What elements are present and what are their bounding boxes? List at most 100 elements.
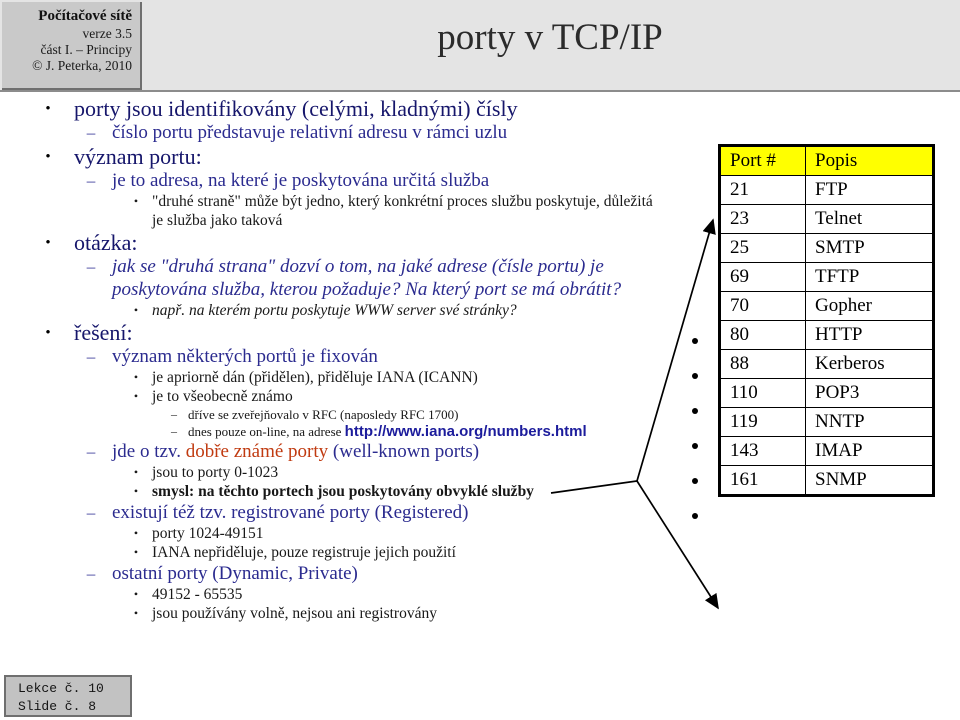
- course-copyright: © J. Peterka, 2010: [32, 57, 132, 73]
- course-part: část I. – Principy: [40, 41, 132, 57]
- bullet-dash-icon: –: [171, 407, 177, 421]
- table-row: 88 Kerberos: [719, 349, 934, 379]
- cell-desc: HTTP: [805, 320, 934, 350]
- cell-port: 70: [719, 291, 806, 321]
- bullet-item: • je to všeobecně známo: [0, 387, 660, 406]
- footer-slide: Slide č. 8: [18, 698, 97, 714]
- cell-port: 23: [719, 204, 806, 234]
- bullet-continuation: poskytována služba, kterou požaduje? Na …: [0, 278, 660, 301]
- cell-port: 88: [719, 349, 806, 379]
- cell-port: 25: [719, 233, 806, 263]
- bullet-dot-icon: •: [45, 101, 51, 117]
- cell-desc: SNMP: [805, 465, 934, 496]
- cell-port: 21: [719, 175, 806, 205]
- cell-port: 110: [719, 378, 806, 408]
- bullet-text: porty 1024-49151: [152, 525, 264, 542]
- bullet-item: • řešení:: [0, 320, 660, 345]
- bullet-text: ostatní porty (Dynamic, Private): [112, 563, 358, 584]
- bullet-text: význam portu:: [74, 144, 202, 169]
- bullet-item: • význam portu:: [0, 144, 660, 169]
- bullet-text: je to adresa, na které je poskytována ur…: [112, 170, 490, 191]
- bullet-text-suffix: (well-known ports): [328, 441, 480, 462]
- bullet-dot-icon: •: [133, 370, 139, 384]
- slide-content: • porty jsou identifikovány (celými, kla…: [0, 96, 660, 623]
- bullet-dash-icon: –: [86, 347, 96, 366]
- bullet-item: – jak se "druhá strana" dozví o tom, na …: [0, 255, 660, 278]
- iana-url-link[interactable]: http://www.iana.org/numbers.html: [345, 423, 587, 440]
- slide-header-band: Počítačové sítě verze 3.5 část I. – Prin…: [0, 0, 960, 92]
- bullet-dot-icon: •: [133, 303, 139, 317]
- cell-port: 119: [719, 407, 806, 437]
- bullet-text: jak se "druhá strana" dozví o tom, na ja…: [112, 256, 604, 277]
- table-row: 80 HTTP: [719, 320, 934, 350]
- bullet-dot-icon: •: [133, 545, 139, 559]
- cell-desc: Kerberos: [805, 349, 934, 379]
- bullet-text: IANA nepřiděluje, pouze registruje jejic…: [152, 544, 456, 561]
- table-side-dot: [692, 408, 698, 414]
- bullet-item: • "druhé straně" může být jedno, který k…: [0, 192, 660, 211]
- bullet-item: – dnes pouze on-line, na adrese http://w…: [0, 423, 660, 440]
- bullet-continuation: je služba jako taková: [0, 211, 660, 230]
- highlight-well-known-ports: dobře známé porty: [185, 441, 329, 462]
- bullet-text: je služba jako taková: [152, 212, 283, 229]
- bullet-dash-icon: –: [86, 123, 96, 142]
- cell-desc: FTP: [805, 175, 934, 205]
- table-side-dot: [692, 373, 698, 379]
- bullet-text: je to všeobecně známo: [152, 388, 293, 405]
- bullet-dot-icon: •: [45, 149, 51, 165]
- course-version: verze 3.5: [82, 25, 132, 41]
- bullet-text: smysl: na těchto portech jsou poskytován…: [152, 483, 534, 500]
- bullet-text: je apriorně dán (přidělen), přiděluje IA…: [152, 369, 478, 386]
- course-title: Počítačové sítě: [38, 8, 132, 24]
- cell-desc: IMAP: [805, 436, 934, 466]
- bullet-item: – ostatní porty (Dynamic, Private): [0, 562, 660, 585]
- bullet-item: • např. na kterém portu poskytuje WWW se…: [0, 301, 660, 320]
- bullet-text: číslo portu představuje relativní adresu…: [112, 122, 508, 143]
- bullet-dash-icon: –: [86, 257, 96, 276]
- bullet-text: jsou používány volně, nejsou ani registr…: [152, 605, 437, 622]
- bullet-dash-icon: –: [86, 442, 96, 461]
- slide-footer-box: Lekce č. 10 Slide č. 8: [4, 675, 132, 717]
- bullet-item: • porty 1024-49151: [0, 524, 660, 543]
- bullet-text: porty jsou identifikovány (celými, kladn…: [74, 96, 518, 121]
- course-brand-box: Počítačové sítě verze 3.5 část I. – Prin…: [2, 2, 142, 90]
- table-row: 143 IMAP: [719, 436, 934, 466]
- column-header-popis: Popis: [805, 145, 934, 176]
- bullet-text: otázka:: [74, 230, 138, 255]
- page-title: porty v TCP/IP: [437, 17, 663, 58]
- bullet-item: – existují též tzv. registrované porty (…: [0, 501, 660, 524]
- bullet-dot-icon: •: [45, 235, 51, 251]
- table-row: 119 NNTP: [719, 407, 934, 437]
- bullet-item: – význam některých portů je fixován: [0, 345, 660, 368]
- bullet-item: – jde o tzv. dobře známé porty (well-kno…: [0, 440, 660, 463]
- cell-desc: TFTP: [805, 262, 934, 292]
- bullet-text-prefix: dnes pouze on-line, na adrese: [188, 424, 345, 439]
- bullet-item: • otázka:: [0, 230, 660, 255]
- bullet-item: – dříve se zveřejňovalo v RFC (naposledy…: [0, 406, 660, 423]
- bullet-dot-icon: •: [133, 484, 139, 498]
- bullet-dot-icon: •: [133, 389, 139, 403]
- table-row: 70 Gopher: [719, 291, 934, 321]
- table-side-dot: [692, 443, 698, 449]
- footer-lecture: Lekce č. 10: [18, 681, 104, 696]
- bullet-item: • 49152 - 65535: [0, 585, 660, 604]
- cell-desc: Telnet: [805, 204, 934, 234]
- table-side-dot: [692, 338, 698, 344]
- cell-desc: NNTP: [805, 407, 934, 437]
- bullet-item: • je apriorně dán (přidělen), přiděluje …: [0, 368, 660, 387]
- cell-port: 143: [719, 436, 806, 466]
- bullet-dash-icon: –: [86, 503, 96, 522]
- cell-desc: Gopher: [805, 291, 934, 321]
- bullet-text: 49152 - 65535: [152, 586, 243, 603]
- cell-desc: POP3: [805, 378, 934, 408]
- well-known-ports-table: Port # Popis 21 FTP 23 Telnet 25 SMTP 69…: [718, 144, 935, 497]
- bullet-text: dnes pouze on-line, na adrese http://www…: [188, 423, 587, 440]
- table-row: 23 Telnet: [719, 204, 934, 234]
- bullet-dot-icon: •: [133, 606, 139, 620]
- bullet-dash-icon: –: [86, 564, 96, 583]
- table-row: 69 TFTP: [719, 262, 934, 292]
- bullet-dot-icon: •: [133, 587, 139, 601]
- bullet-item: – číslo portu představuje relativní adre…: [0, 121, 660, 144]
- table-side-dot: [692, 513, 698, 519]
- bullet-dot-icon: •: [133, 526, 139, 540]
